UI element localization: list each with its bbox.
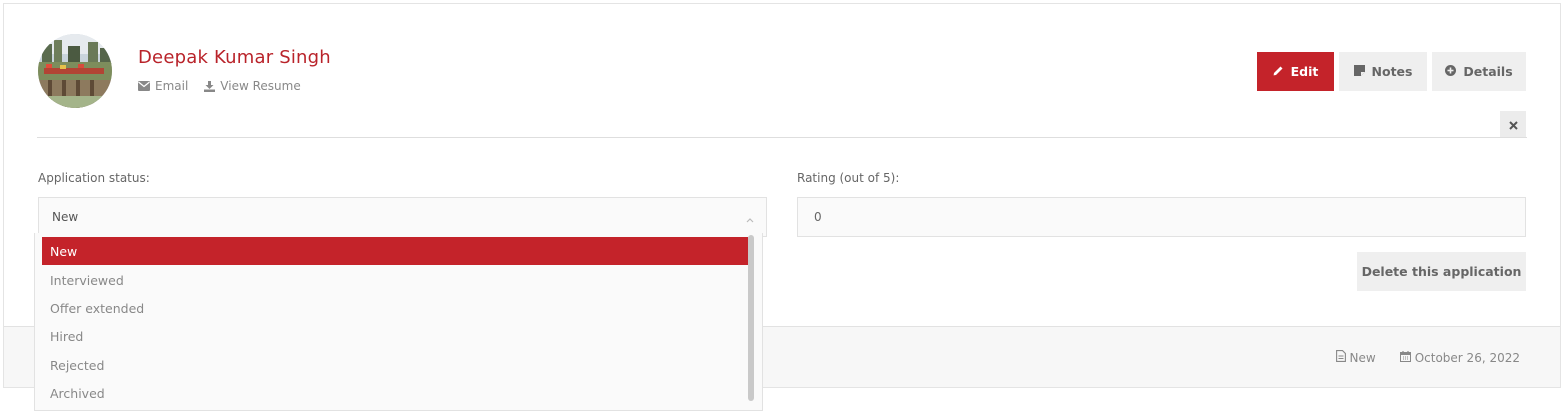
edit-button-label: Edit [1290, 64, 1319, 79]
footer-status: New [1335, 350, 1376, 365]
plus-circle-icon [1445, 64, 1457, 79]
details-button-label: Details [1463, 64, 1513, 79]
chevron-up-icon [746, 212, 754, 226]
calendar-icon [1399, 350, 1411, 365]
close-icon [1508, 115, 1518, 134]
footer-date: October 26, 2022 [1399, 350, 1520, 365]
notes-button[interactable]: Notes [1339, 52, 1427, 91]
delete-application-button[interactable]: Delete this application [1357, 252, 1526, 291]
note-icon [1353, 64, 1365, 79]
details-button[interactable]: Details [1432, 52, 1526, 91]
close-button[interactable] [1500, 111, 1526, 137]
footer-date-text: October 26, 2022 [1414, 350, 1520, 365]
notes-button-label: Notes [1371, 64, 1413, 79]
footer-meta: New October 26, 2022 [1335, 350, 1520, 365]
status-option-interviewed[interactable]: Interviewed [42, 266, 748, 294]
envelope-icon [138, 81, 150, 91]
application-status-select[interactable]: New [38, 197, 767, 237]
candidate-name: Deepak Kumar Singh [138, 47, 331, 68]
rating-label: Rating (out of 5): [797, 171, 900, 185]
candidate-avatar [38, 34, 112, 108]
rating-input[interactable] [797, 197, 1526, 237]
status-option-archived[interactable]: Archived [42, 379, 748, 407]
email-link-label: Email [155, 79, 189, 93]
view-resume-link[interactable]: View Resume [204, 79, 301, 93]
status-option-new[interactable]: New [42, 237, 748, 265]
footer-status-text: New [1349, 350, 1376, 365]
status-dropdown-menu: New Interviewed Offer extended Hired Rej… [34, 233, 763, 411]
header-divider [37, 137, 1527, 138]
download-icon [204, 80, 216, 92]
email-link[interactable]: Email [138, 79, 188, 93]
dropdown-scrollbar[interactable] [748, 235, 754, 401]
edit-button[interactable]: Edit [1257, 52, 1334, 91]
status-option-offer-extended[interactable]: Offer extended [42, 294, 748, 322]
file-icon [1335, 350, 1346, 365]
status-option-hired[interactable]: Hired [42, 322, 748, 350]
view-resume-label: View Resume [220, 79, 301, 93]
application-status-label: Application status: [38, 171, 150, 185]
status-option-rejected[interactable]: Rejected [42, 351, 748, 379]
header-actions: Edit Notes Details [1257, 52, 1526, 91]
pencil-icon [1273, 64, 1284, 79]
candidate-links: Email View Resume [138, 79, 301, 93]
application-status-value: New [52, 210, 79, 224]
